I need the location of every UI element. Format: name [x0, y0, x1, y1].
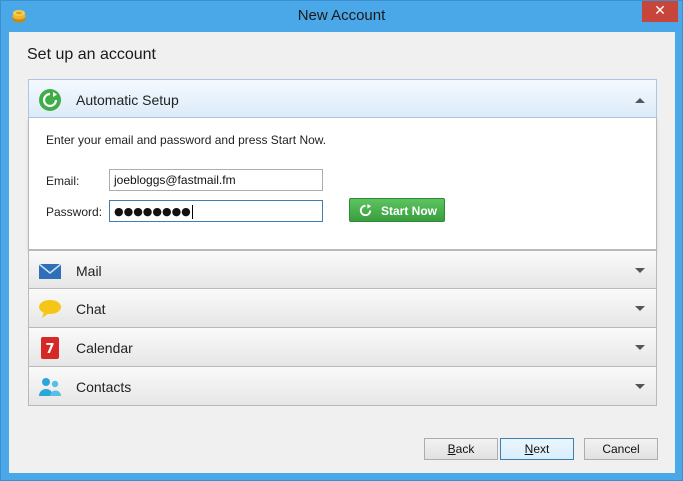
panel-chat[interactable]: Chat	[28, 289, 657, 328]
cancel-label: Cancel	[602, 442, 640, 456]
text-caret	[191, 204, 193, 219]
panel-label: Chat	[76, 301, 106, 317]
people-icon	[39, 378, 61, 396]
account-type-accordion: Automatic Setup Enter your email and pas…	[28, 79, 657, 406]
start-now-button[interactable]: Start Now	[349, 198, 445, 222]
back-mnemonic: B	[447, 442, 456, 456]
chat-bubble-icon	[39, 300, 61, 318]
back-button[interactable]: Back	[424, 438, 498, 460]
back-label: ack	[455, 442, 475, 456]
envelope-icon	[38, 263, 62, 279]
cancel-button[interactable]: Cancel	[584, 438, 658, 460]
panel-label: Automatic Setup	[76, 92, 179, 108]
dialog-footer: Back Next Cancel	[9, 428, 675, 473]
new-account-window: New Account ✕ Set up an account Automati…	[0, 0, 683, 481]
next-button[interactable]: Next	[500, 438, 574, 460]
panel-label: Calendar	[76, 340, 133, 356]
email-label: Email:	[46, 174, 80, 188]
panel-label: Mail	[76, 263, 102, 279]
chevron-down-icon	[635, 384, 645, 389]
email-field[interactable]: joebloggs@fastmail.fm	[109, 169, 323, 191]
panel-label: Contacts	[76, 379, 132, 395]
next-label: ext	[533, 442, 550, 456]
password-mask: ●●●●●●●●	[114, 205, 191, 218]
email-value: joebloggs@fastmail.fm	[114, 173, 236, 187]
instructions-text: Enter your email and password and press …	[46, 133, 327, 147]
refresh-icon	[359, 203, 372, 217]
chevron-down-icon	[635, 306, 645, 311]
password-label: Password:	[46, 205, 103, 219]
panel-mail[interactable]: Mail	[28, 250, 657, 289]
chevron-down-icon	[635, 345, 645, 350]
panel-automatic-setup[interactable]: Automatic Setup	[28, 79, 657, 118]
panel-contacts[interactable]: Contacts	[28, 367, 657, 406]
close-button[interactable]: ✕	[642, 1, 678, 22]
chevron-up-icon	[635, 98, 645, 103]
page-title: Set up an account	[27, 46, 156, 63]
password-field[interactable]: ●●●●●●●●	[109, 200, 323, 222]
title-bar[interactable]: New Account ✕	[1, 1, 682, 32]
calendar-day: 7	[45, 342, 54, 357]
chevron-down-icon	[635, 268, 645, 273]
calendar-icon: 7	[41, 337, 59, 359]
start-now-label: Start Now	[381, 204, 438, 218]
panel-calendar[interactable]: 7 Calendar	[28, 328, 657, 367]
window-title: New Account	[297, 7, 386, 24]
dialog-body: Set up an account Automatic Setup Enter …	[9, 32, 675, 473]
automatic-setup-content: Enter your email and password and press …	[28, 118, 657, 250]
refresh-icon	[39, 89, 61, 111]
